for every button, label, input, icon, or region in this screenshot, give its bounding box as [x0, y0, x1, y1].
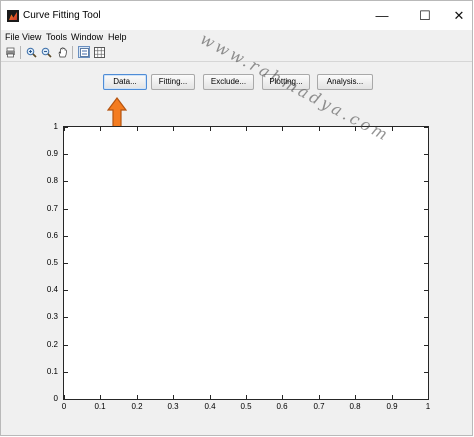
y-tick-mark: [424, 181, 428, 182]
menu-bar: File View Tools Window Help: [1, 30, 472, 44]
x-tick-label: 0.7: [313, 402, 325, 411]
x-tick-label: 1: [425, 402, 431, 411]
y-tick-label: 0.9: [46, 149, 58, 158]
legend-toggle-icon[interactable]: [78, 46, 90, 58]
x-tick-mark: [64, 127, 65, 131]
y-tick-mark: [64, 345, 68, 346]
window-title: Curve Fitting Tool: [23, 10, 101, 21]
x-tick-mark: [319, 395, 320, 399]
curve-fitting-window: Curve Fitting Tool — ☐ ✕ File View Tools…: [0, 0, 473, 436]
y-tick-label: 0.5: [46, 258, 58, 267]
toolbar-separator: [20, 46, 21, 59]
title-bar[interactable]: Curve Fitting Tool — ☐ ✕: [1, 1, 472, 30]
x-tick-mark: [100, 127, 101, 131]
y-tick-mark: [424, 209, 428, 210]
y-tick-label: 0.2: [46, 340, 58, 349]
x-tick-mark: [137, 395, 138, 399]
y-tick-mark: [64, 399, 68, 400]
y-tick-mark: [64, 263, 68, 264]
x-tick-mark: [319, 127, 320, 131]
x-tick-mark: [246, 127, 247, 131]
x-tick-mark: [428, 395, 429, 399]
menu-file[interactable]: File: [5, 32, 20, 42]
exclude-button[interactable]: Exclude...: [203, 74, 254, 90]
matlab-logo-icon: [7, 10, 19, 22]
grid-toggle-icon[interactable]: [93, 46, 105, 58]
x-tick-mark: [210, 395, 211, 399]
x-tick-mark: [137, 127, 138, 131]
y-tick-mark: [424, 263, 428, 264]
y-tick-mark: [424, 317, 428, 318]
x-tick-mark: [392, 395, 393, 399]
y-tick-label: 0.6: [46, 231, 58, 240]
y-tick-mark: [424, 345, 428, 346]
menu-tools[interactable]: Tools: [46, 32, 67, 42]
y-tick-label: 0.3: [46, 312, 58, 321]
x-tick-mark: [173, 127, 174, 131]
x-tick-mark: [246, 395, 247, 399]
x-tick-mark: [64, 395, 65, 399]
x-tick-label: 0.5: [240, 402, 252, 411]
analysis-button[interactable]: Analysis...: [317, 74, 373, 90]
y-tick-label: 0.8: [46, 176, 58, 185]
y-tick-mark: [64, 154, 68, 155]
y-tick-label: 0.1: [46, 367, 58, 376]
x-tick-mark: [210, 127, 211, 131]
x-tick-label: 0.4: [204, 402, 216, 411]
y-tick-label: 1: [53, 122, 58, 131]
y-tick-mark: [424, 399, 428, 400]
y-tick-mark: [64, 236, 68, 237]
x-tick-mark: [173, 395, 174, 399]
x-tick-label: 0.9: [386, 402, 398, 411]
x-tick-label: 0: [61, 402, 67, 411]
close-button[interactable]: ✕: [444, 1, 474, 30]
x-tick-mark: [282, 395, 283, 399]
y-tick-mark: [64, 181, 68, 182]
zoom-in-icon[interactable]: [25, 46, 37, 58]
menu-view[interactable]: View: [22, 32, 41, 42]
y-tick-mark: [64, 317, 68, 318]
y-tick-mark: [424, 154, 428, 155]
toolbar-separator: [72, 46, 73, 59]
y-tick-mark: [424, 236, 428, 237]
y-tick-label: 0.4: [46, 285, 58, 294]
menu-help[interactable]: Help: [108, 32, 127, 42]
fitting-button[interactable]: Fitting...: [151, 74, 195, 90]
pan-hand-icon[interactable]: [56, 46, 68, 58]
menu-window[interactable]: Window: [71, 32, 103, 42]
x-tick-mark: [428, 127, 429, 131]
data-button[interactable]: Data...: [103, 74, 147, 90]
x-tick-label: 0.2: [131, 402, 143, 411]
x-tick-label: 0.6: [276, 402, 288, 411]
y-tick-mark: [424, 290, 428, 291]
x-tick-mark: [100, 395, 101, 399]
minimize-button[interactable]: —: [367, 1, 397, 30]
plot-axes[interactable]: [63, 126, 429, 400]
y-tick-mark: [424, 372, 428, 373]
y-tick-mark: [64, 372, 68, 373]
x-tick-mark: [355, 395, 356, 399]
print-icon[interactable]: [4, 46, 16, 58]
x-tick-label: 0.8: [349, 402, 361, 411]
x-tick-label: 0.3: [167, 402, 179, 411]
maximize-button[interactable]: ☐: [410, 1, 440, 30]
y-tick-mark: [64, 290, 68, 291]
y-tick-mark: [64, 209, 68, 210]
zoom-out-icon[interactable]: [40, 46, 52, 58]
y-tick-label: 0.7: [46, 204, 58, 213]
x-tick-label: 0.1: [94, 402, 106, 411]
x-tick-mark: [282, 127, 283, 131]
